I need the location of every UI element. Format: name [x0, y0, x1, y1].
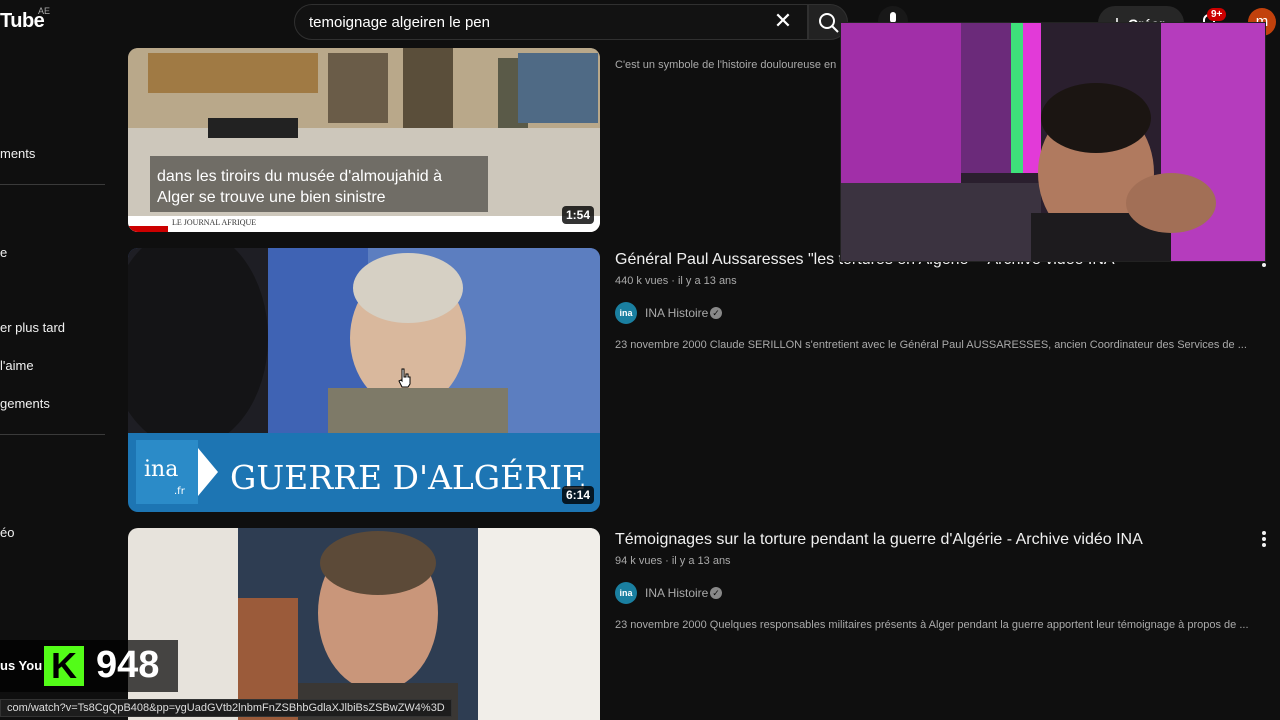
kick-viewer-overlay: us You K 948 — [0, 640, 178, 692]
webcam-overlay — [840, 22, 1266, 262]
thumbnail-banner-text: GUERRE D'ALGÉRIE — [230, 457, 586, 497]
thumbnail-caption-line-1: dans les tiroirs du musée d'almoujahid à — [157, 168, 442, 185]
video-description: C'est un symbole de l'histoire douloureu… — [615, 59, 837, 71]
video-thumbnail[interactable]: dans les tiroirs du musée d'almoujahid à… — [128, 48, 600, 232]
webcam-image — [841, 23, 1265, 261]
kick-logo: K — [44, 646, 84, 686]
close-icon[interactable]: ✕ — [772, 10, 794, 32]
video-duration: 1:54 — [561, 206, 594, 224]
thumbnail-image: dans les tiroirs du musée d'almoujahid à… — [128, 48, 600, 232]
link-status-bar: com/watch?v=Ts8CgQpB408&pp=ygUadGVtb2lnb… — [0, 699, 452, 717]
verified-icon: ✓ — [710, 307, 722, 319]
verified-icon: ✓ — [710, 587, 722, 599]
search-query[interactable]: temoignage algeiren le pen — [309, 14, 490, 31]
ina-logo: ina — [144, 457, 178, 482]
video-description: 23 novembre 2000 Quelques responsables m… — [615, 619, 1249, 631]
sidebar-item-watch-later[interactable]: er plus tard — [0, 320, 65, 335]
search-input[interactable]: temoignage algeiren le pen — [294, 4, 808, 40]
viewer-count: 948 — [96, 644, 160, 686]
thumbnail-image: ina .fr GUERRE D'ALGÉRIE — [128, 248, 600, 512]
video-thumbnail[interactable]: ina .fr GUERRE D'ALGÉRIE 6:14 — [128, 248, 600, 512]
sidebar-item-liked[interactable]: l'aime — [0, 358, 34, 373]
video-meta: 440 k vues · il y a 13 ans — [615, 275, 737, 287]
hand-cursor-icon — [398, 368, 411, 388]
video-meta: 94 k vues · il y a 13 ans — [615, 555, 731, 567]
more-options-button[interactable] — [1260, 530, 1268, 548]
ina-logo-suffix: .fr — [174, 486, 186, 497]
thumbnail-image — [128, 528, 600, 720]
video-title[interactable]: Témoignages sur la torture pendant la gu… — [615, 531, 1143, 549]
sidebar-item-downloads-2[interactable]: gements — [0, 396, 50, 411]
sidebar-item-history[interactable]: e — [0, 245, 7, 260]
region-code: AE — [38, 6, 51, 16]
notification-badge: 9+ — [1207, 8, 1227, 21]
channel-avatar[interactable]: ina — [615, 302, 637, 324]
sidebar-item-your-youtube[interactable]: us You — [0, 658, 42, 673]
channel-name[interactable]: INA Histoire — [645, 306, 708, 320]
channel-avatar[interactable]: ina — [615, 582, 637, 604]
video-description: 23 novembre 2000 Claude SERILLON s'entre… — [615, 339, 1247, 351]
sidebar: ments e er plus tard l'aime gements éo — [0, 48, 116, 720]
thumbnail-footer: LE JOURNAL AFRIQUE — [172, 218, 256, 227]
channel-name[interactable]: INA Histoire — [645, 586, 708, 600]
sidebar-item-downloads[interactable]: ments — [0, 146, 35, 161]
video-duration: 6:14 — [561, 486, 594, 504]
thumbnail-caption-line-2: Alger se trouve une bien sinistre — [157, 189, 386, 206]
sidebar-divider — [0, 434, 105, 435]
video-thumbnail[interactable] — [128, 528, 600, 720]
sidebar-divider — [0, 184, 105, 185]
sidebar-item-video[interactable]: éo — [0, 525, 14, 540]
